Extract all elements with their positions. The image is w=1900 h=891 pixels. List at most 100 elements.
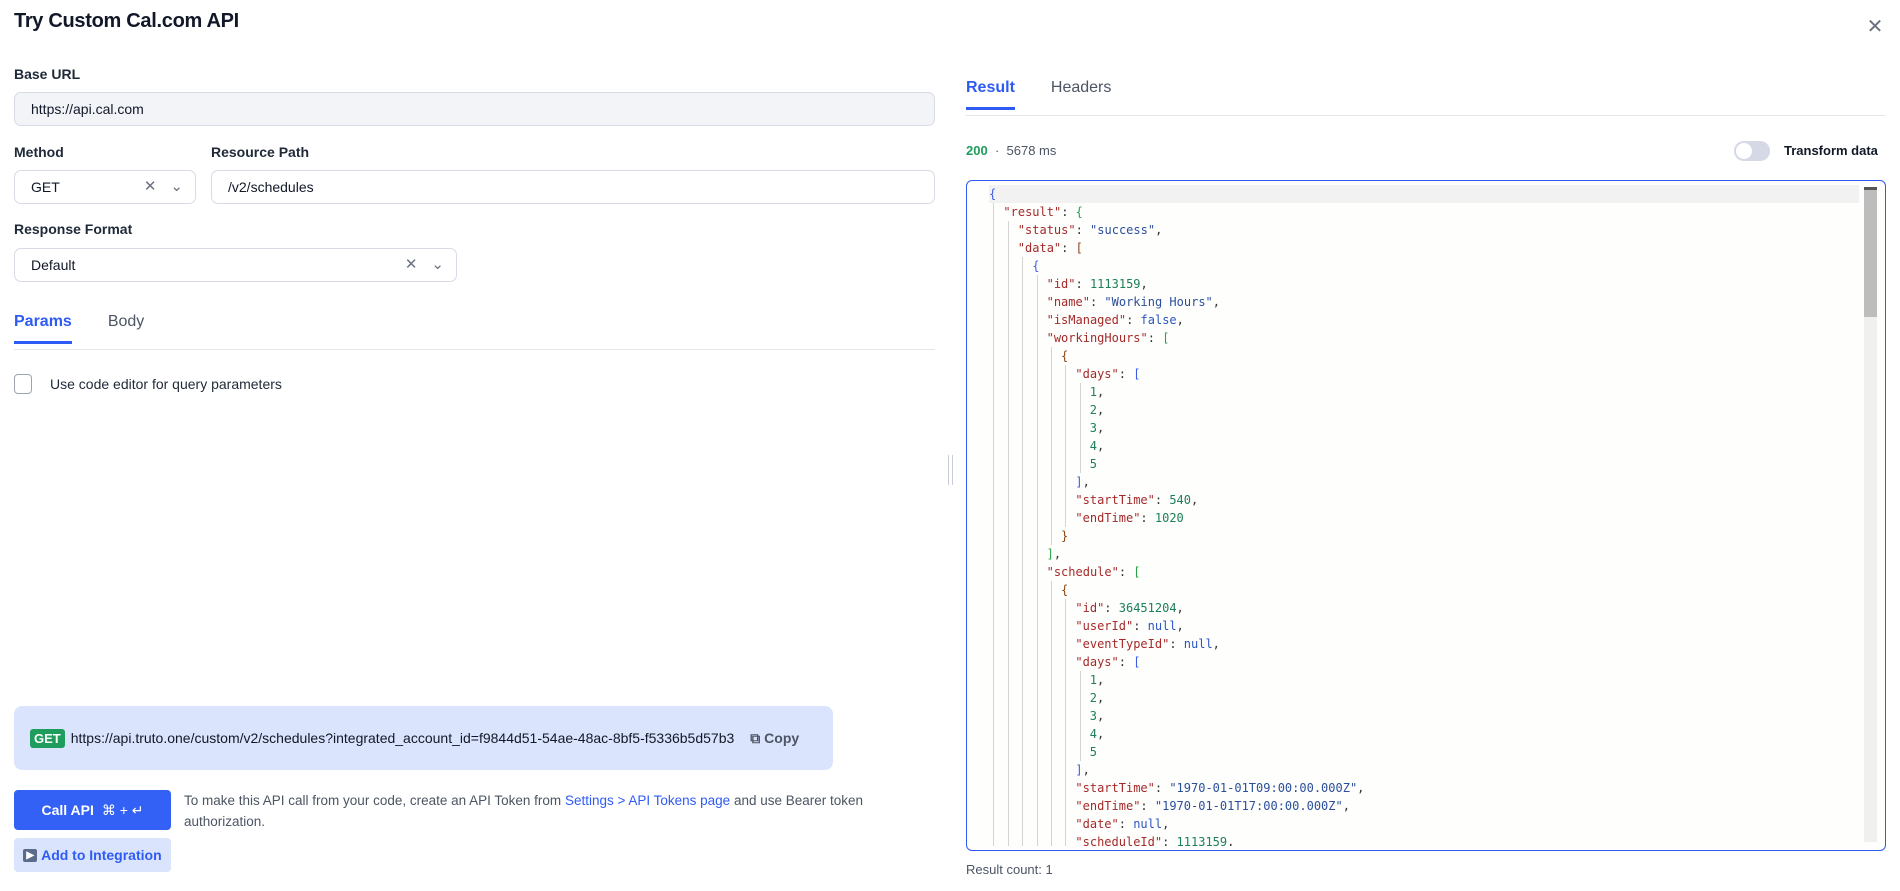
indent-guide	[1022, 617, 1024, 635]
resize-handle[interactable]	[948, 455, 953, 485]
json-colon: :	[1118, 367, 1134, 381]
json-value: 4	[1089, 439, 1098, 453]
response-format-select[interactable]: Default ✕ ⌄	[14, 248, 457, 282]
json-punct: ,	[1097, 385, 1105, 399]
indent-guide	[993, 725, 995, 743]
indent-guide	[1007, 365, 1009, 383]
add-to-integration-button[interactable]: ▶ Add to Integration	[14, 838, 171, 872]
json-colon: :	[1140, 799, 1155, 813]
json-punct: ,	[1053, 547, 1062, 561]
indent-guide	[1007, 293, 1009, 311]
code-content: {"result": {"status": "success", "data": …	[989, 185, 1859, 846]
chevron-down-icon[interactable]: ⌄	[170, 171, 183, 203]
tab-headers[interactable]: Headers	[1051, 79, 1111, 110]
json-value: null	[1147, 619, 1177, 633]
resource-path-input[interactable]: /v2/schedules	[211, 170, 935, 204]
indent-guide	[1036, 833, 1038, 846]
code-line: 2,	[989, 689, 1859, 707]
code-line: "eventTypeId": null,	[989, 635, 1859, 653]
json-value: 1113159	[1176, 835, 1228, 846]
json-key: "status"	[1017, 223, 1076, 237]
indent-guide	[1022, 563, 1024, 581]
indent-guide	[1007, 347, 1009, 365]
indent-guide	[1051, 491, 1052, 509]
indent-guide	[1065, 509, 1067, 527]
indent-guide	[1051, 347, 1052, 365]
json-value: 1	[1089, 385, 1098, 399]
indent-guide	[1036, 365, 1038, 383]
chevron-down-icon[interactable]: ⌄	[431, 249, 444, 281]
json-key: "endTime"	[1075, 799, 1141, 813]
indent-guide	[1022, 473, 1024, 491]
base-url-field[interactable]: https://api.cal.com	[14, 92, 935, 126]
code-line: "scheduleId": 1113159,	[989, 833, 1859, 846]
json-value: {	[989, 187, 997, 201]
response-format-value: Default	[31, 257, 76, 273]
json-key: "startTime"	[1075, 493, 1155, 507]
json-value: null	[1183, 637, 1213, 651]
json-value: {	[1032, 259, 1040, 273]
indent-guide	[1079, 725, 1081, 743]
indent-guide	[993, 671, 995, 689]
transform-data-label: Transform data	[1784, 143, 1878, 158]
call-api-button[interactable]: Call API ⌘ + ↵	[14, 790, 171, 830]
x-icon[interactable]: ✕	[405, 249, 418, 281]
separator: ·	[994, 143, 1000, 158]
indent-guide	[1079, 419, 1081, 437]
json-colon: :	[1126, 313, 1141, 327]
tab-result[interactable]: Result	[966, 79, 1015, 110]
indent-guide	[1065, 833, 1067, 846]
indent-guide	[1022, 527, 1024, 545]
json-punct: ,	[1097, 439, 1105, 453]
json-punct: ,	[1191, 493, 1199, 507]
indent-guide	[1065, 419, 1067, 437]
indent-guide	[1036, 653, 1038, 671]
close-icon[interactable]: ✕	[1864, 16, 1886, 38]
copy-button[interactable]: ⧉ Copy	[750, 730, 799, 747]
json-value: [	[1133, 565, 1141, 579]
scrollbar-thumb[interactable]	[1864, 187, 1877, 317]
indent-guide	[1051, 473, 1052, 491]
indent-guide	[1007, 329, 1009, 347]
json-punct: ,	[1155, 223, 1163, 237]
indent-guide	[1022, 743, 1024, 761]
json-punct: ,	[1097, 673, 1105, 687]
indent-guide	[993, 311, 995, 329]
code-line: "id": 36451204,	[989, 599, 1859, 617]
indent-guide	[993, 599, 995, 617]
scrollbar[interactable]	[1864, 187, 1877, 842]
api-tokens-link[interactable]: Settings > API Tokens page	[565, 793, 730, 808]
copy-label: Copy	[764, 729, 800, 746]
json-value: [	[1075, 241, 1083, 255]
tab-params[interactable]: Params	[14, 313, 72, 344]
indent-guide	[1007, 527, 1009, 545]
response-tab-divider	[966, 115, 1886, 116]
code-line: "schedule": [	[989, 563, 1859, 581]
method-select[interactable]: GET ✕ ⌄	[14, 170, 196, 204]
code-line: "name": "Working Hours",	[989, 293, 1859, 311]
json-punct: ,	[1097, 709, 1105, 723]
json-punct: ,	[1176, 601, 1184, 615]
code-line: 1,	[989, 671, 1859, 689]
x-icon[interactable]: ✕	[144, 171, 157, 203]
add-to-integration-label: Add to Integration	[41, 847, 162, 863]
code-line: 2,	[989, 401, 1859, 419]
indent-guide	[1065, 401, 1067, 419]
tab-body[interactable]: Body	[108, 313, 144, 344]
indent-guide	[1007, 779, 1009, 797]
indent-guide	[1022, 329, 1024, 347]
code-line: "startTime": 540,	[989, 491, 1859, 509]
indent-guide	[1065, 491, 1067, 509]
indent-guide	[1036, 581, 1038, 599]
indent-guide	[993, 419, 995, 437]
json-result-viewer[interactable]: {"result": {"status": "success", "data": …	[966, 180, 1886, 851]
indent-guide	[1036, 563, 1038, 581]
indent-guide	[1051, 779, 1052, 797]
code-editor-checkbox[interactable]	[14, 374, 32, 394]
indent-guide	[1079, 743, 1081, 761]
transform-data-toggle[interactable]	[1734, 141, 1770, 161]
indent-guide	[1051, 365, 1052, 383]
response-tabs: Result Headers	[966, 79, 1111, 110]
code-line: "startTime": "1970-01-01T09:00:00.000Z",	[989, 779, 1859, 797]
indent-guide	[993, 653, 995, 671]
